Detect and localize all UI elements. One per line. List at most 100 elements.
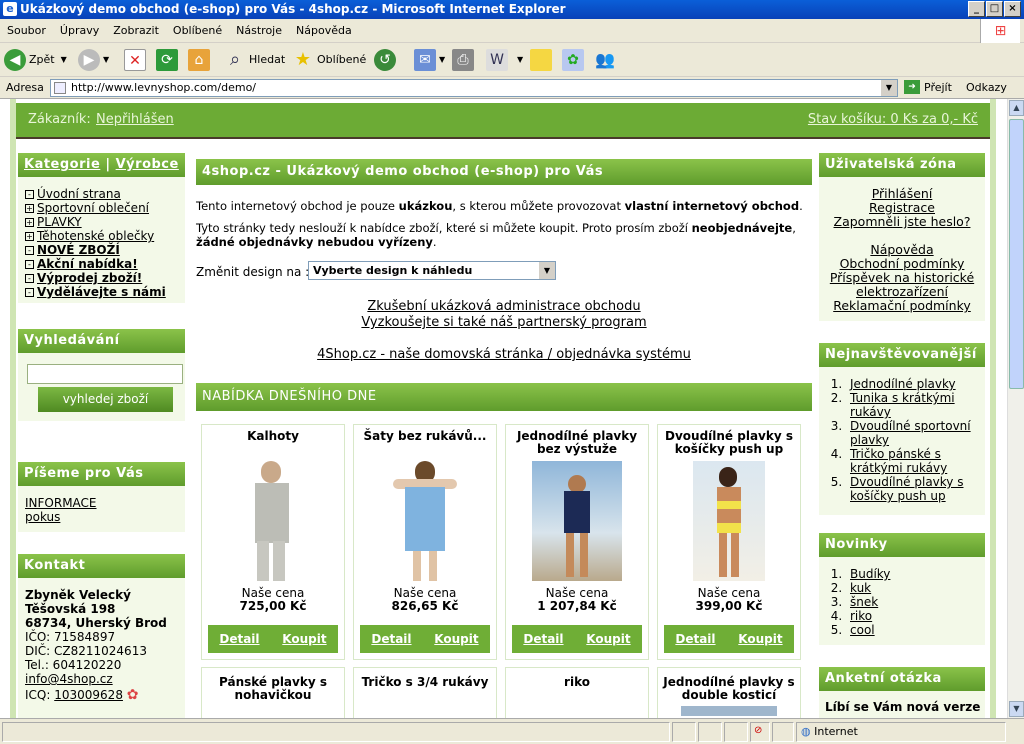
category-item[interactable]: - Úvodní strana bbox=[25, 187, 185, 201]
partner-program-link[interactable]: Vyzkoušejte si také náš partnerský progr… bbox=[196, 315, 812, 331]
design-select[interactable]: Vyberte design k náhledu ▼ bbox=[308, 261, 556, 280]
product-name[interactable]: Pánské plavky s nohavičkou bbox=[219, 675, 327, 702]
register-link[interactable]: Registrace bbox=[819, 201, 985, 215]
category-item[interactable]: - Akční nabídka! bbox=[25, 257, 185, 271]
edit-dropdown-icon[interactable]: ▼ bbox=[517, 48, 523, 72]
product-name[interactable]: Jednodílné plavky bez výstuže bbox=[506, 425, 648, 457]
news-item[interactable]: cool bbox=[850, 623, 875, 637]
scroll-up-icon[interactable]: ▲ bbox=[1009, 100, 1024, 116]
product-name[interactable]: Kalhoty bbox=[202, 425, 344, 457]
close-button[interactable]: × bbox=[1004, 1, 1021, 17]
back-button[interactable]: ◀ Zpět ▼ bbox=[4, 48, 67, 72]
icq-link[interactable]: 103009628 bbox=[54, 688, 123, 702]
links-button[interactable]: Odkazy bbox=[966, 81, 1007, 94]
menu-file[interactable]: Soubor bbox=[0, 19, 53, 43]
complaints-link[interactable]: Reklamační podmínky bbox=[819, 299, 985, 313]
refresh-button[interactable]: ⟳ bbox=[156, 48, 181, 72]
product-card[interactable]: Tričko s 3/4 rukávy bbox=[353, 667, 497, 718]
stop-button[interactable]: ✕ bbox=[124, 48, 149, 72]
news-item[interactable]: šnek bbox=[850, 595, 878, 609]
news-item[interactable]: kuk bbox=[850, 581, 871, 595]
cart-status-link[interactable]: Stav košíku: 0 Ks za 0,- Kč bbox=[808, 112, 978, 127]
recycling-link[interactable]: Příspěvek na historické elektrozařízení bbox=[819, 271, 985, 299]
product-name[interactable]: Tričko s 3/4 rukávy bbox=[362, 675, 489, 689]
favorites-button[interactable]: ★ Oblíbené bbox=[292, 48, 366, 72]
messenger-button[interactable]: 👥 bbox=[594, 48, 619, 72]
buy-button[interactable]: Koupit bbox=[586, 632, 630, 646]
product-card[interactable]: riko bbox=[505, 667, 649, 718]
product-card[interactable]: Kalhoty Naše cena 725,00 Kč Detail Koupit bbox=[201, 424, 345, 660]
product-card[interactable]: Jednodílné plavky bez výstuže Naše cena … bbox=[505, 424, 649, 660]
product-card[interactable]: Dvoudílné plavky s košíčky push up Naše … bbox=[657, 424, 801, 660]
most-visited-item[interactable]: Dvoudílné plavky s košíčky push up bbox=[850, 475, 963, 503]
product-image[interactable] bbox=[393, 461, 457, 581]
product-image[interactable] bbox=[681, 706, 777, 716]
forward-dropdown-icon[interactable]: ▼ bbox=[103, 48, 109, 72]
scroll-thumb[interactable] bbox=[1009, 119, 1024, 389]
product-image[interactable] bbox=[532, 461, 622, 581]
search-input[interactable] bbox=[27, 364, 183, 384]
address-dropdown-icon[interactable]: ▼ bbox=[881, 80, 897, 96]
category-item[interactable]: - NOVÉ ZBOŽÍ bbox=[25, 243, 185, 257]
most-visited-item[interactable]: Tunika s krátkými rukávy bbox=[850, 391, 955, 419]
category-item[interactable]: + Těhotenské oblečky bbox=[25, 229, 185, 243]
mail-dropdown-icon[interactable]: ▼ bbox=[439, 48, 445, 72]
detail-button[interactable]: Detail bbox=[219, 632, 259, 646]
product-image[interactable] bbox=[241, 461, 305, 581]
news-item[interactable]: Budíky bbox=[850, 567, 890, 581]
news-item[interactable]: riko bbox=[850, 609, 872, 623]
home-page-link[interactable]: 4Shop.cz - naše domovská stránka / objed… bbox=[196, 347, 812, 363]
product-name[interactable]: Šaty bez rukávů... bbox=[354, 425, 496, 457]
history-button[interactable]: ↺ bbox=[374, 48, 399, 72]
product-card[interactable]: Jednodílné plavky s double kosticí bbox=[657, 667, 801, 718]
maximize-button[interactable]: □ bbox=[986, 1, 1003, 17]
product-card[interactable]: Šaty bez rukávů... Naše cena 826,65 Kč D… bbox=[353, 424, 497, 660]
scroll-down-icon[interactable]: ▼ bbox=[1009, 701, 1024, 717]
print-button[interactable]: ⎙ bbox=[452, 48, 477, 72]
search-submit-button[interactable]: vyhledej zboží bbox=[38, 387, 173, 412]
minimize-button[interactable]: _ bbox=[968, 1, 985, 17]
buy-button[interactable]: Koupit bbox=[434, 632, 478, 646]
category-item[interactable]: + PLAVKY bbox=[25, 215, 185, 229]
informace-link[interactable]: INFORMACE bbox=[25, 496, 97, 510]
category-item[interactable]: - Výprodej zboží! bbox=[25, 271, 185, 285]
category-item[interactable]: - Vydělávejte s námi bbox=[25, 285, 185, 299]
buy-button[interactable]: Koupit bbox=[282, 632, 326, 646]
detail-button[interactable]: Detail bbox=[675, 632, 715, 646]
back-dropdown-icon[interactable]: ▼ bbox=[61, 48, 67, 72]
search-button[interactable]: ⌕ Hledat bbox=[224, 48, 285, 72]
pokus-link[interactable]: pokus bbox=[25, 510, 97, 524]
contact-email-link[interactable]: info@4shop.cz bbox=[25, 672, 190, 686]
menu-favorites[interactable]: Oblíbené bbox=[166, 19, 229, 43]
product-name[interactable]: riko bbox=[564, 675, 590, 689]
forgot-password-link[interactable]: Zapomněli jste heslo? bbox=[819, 215, 985, 229]
menu-view[interactable]: Zobrazit bbox=[106, 19, 166, 43]
makers-tab[interactable]: Výrobce bbox=[116, 157, 179, 172]
buy-button[interactable]: Koupit bbox=[738, 632, 782, 646]
product-name[interactable]: Jednodílné plavky s double kosticí bbox=[663, 675, 794, 702]
most-visited-item[interactable]: Tričko pánské s krátkými rukávy bbox=[850, 447, 947, 475]
most-visited-item[interactable]: Dvoudílné sportovní plavky bbox=[850, 419, 971, 447]
vertical-scrollbar[interactable]: ▲ ▼ bbox=[1007, 99, 1024, 718]
product-name[interactable]: Dvoudílné plavky s košíčky push up bbox=[658, 425, 800, 457]
customer-login-link[interactable]: Nepřihlášen bbox=[96, 112, 174, 127]
home-button[interactable]: ⌂ bbox=[188, 48, 213, 72]
most-visited-item[interactable]: Jednodílné plavky bbox=[850, 377, 956, 391]
help-link[interactable]: Nápověda bbox=[819, 243, 985, 257]
go-button[interactable]: ➜ Přejít bbox=[904, 80, 952, 94]
discuss-button[interactable] bbox=[530, 48, 555, 72]
forward-button[interactable]: ▶ ▼ bbox=[78, 48, 109, 72]
menu-edit[interactable]: Úpravy bbox=[53, 19, 106, 43]
detail-button[interactable]: Detail bbox=[523, 632, 563, 646]
login-link[interactable]: Přihlášení bbox=[819, 187, 985, 201]
categories-tab[interactable]: Kategorie bbox=[24, 157, 100, 172]
menu-tools[interactable]: Nástroje bbox=[229, 19, 289, 43]
mail-button[interactable]: ✉ ▼ bbox=[414, 48, 445, 72]
detail-button[interactable]: Detail bbox=[371, 632, 411, 646]
product-card[interactable]: Pánské plavky s nohavičkou bbox=[201, 667, 345, 718]
address-input[interactable]: http://www.levnyshop.com/demo/ ▼ bbox=[50, 79, 898, 97]
edit-button[interactable]: W ▼ bbox=[486, 48, 523, 72]
admin-demo-link[interactable]: Zkušební ukázková administrace obchodu bbox=[196, 299, 812, 315]
terms-link[interactable]: Obchodní podmínky bbox=[819, 257, 985, 271]
icq-button[interactable]: ✿ bbox=[562, 48, 587, 72]
